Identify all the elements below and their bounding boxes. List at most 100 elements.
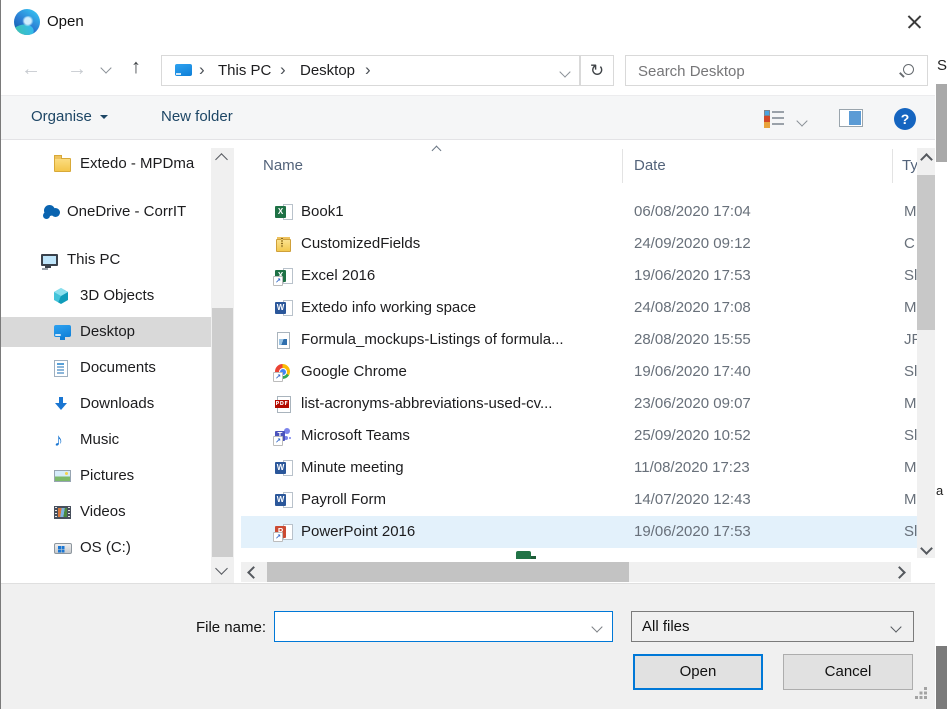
column-header-name[interactable]: Name xyxy=(263,157,303,174)
file-row-7[interactable]: list-acronyms-abbreviations-used-cv... 2… xyxy=(241,388,917,420)
up-button[interactable]: ↑ xyxy=(131,57,141,77)
recent-locations-chevron-icon[interactable] xyxy=(100,62,111,73)
os-drive-icon xyxy=(54,543,72,554)
organise-menu-button[interactable]: Organise xyxy=(31,108,108,125)
file-name: Microsoft Teams xyxy=(301,427,410,444)
sidebar-item-desktop[interactable]: Desktop xyxy=(1,317,211,347)
background-dark-block xyxy=(936,646,947,709)
background-window-strip: S a xyxy=(935,0,947,709)
partially-visible-file-icon xyxy=(514,549,536,559)
sidebar-item-onedrive-corrit[interactable]: OneDrive - CorrIT xyxy=(1,197,211,227)
dialog-title: Open xyxy=(47,13,84,30)
resize-grip[interactable] xyxy=(915,687,929,701)
forward-button[interactable]: → xyxy=(67,59,87,79)
sort-ascending-icon xyxy=(432,146,442,156)
file-date: 14/07/2020 12:43 xyxy=(634,491,751,508)
column-divider[interactable] xyxy=(622,149,623,183)
file-name: Excel 2016 xyxy=(301,267,375,284)
sidebar-item-3d-objects[interactable]: 3D Objects xyxy=(1,281,211,311)
column-header-type[interactable]: Ty xyxy=(902,157,918,174)
file-type-select[interactable]: All files xyxy=(631,611,914,642)
file-name-dropdown-chevron-icon[interactable] xyxy=(591,621,602,632)
file-date: 23/06/2020 09:07 xyxy=(634,395,751,412)
image-file-icon xyxy=(275,332,293,348)
screen: Open ← → ↑ › This PC › Desktop › ↻ Organ… xyxy=(0,0,947,709)
address-bar[interactable]: › This PC › Desktop › xyxy=(161,55,580,86)
onedrive-icon xyxy=(41,204,62,218)
file-name: Formula_mockups-Listings of formula... xyxy=(301,331,564,348)
view-mode-chevron-icon[interactable] xyxy=(796,115,807,126)
background-gray-block xyxy=(936,84,947,162)
file-type: M xyxy=(904,299,918,316)
search-input[interactable] xyxy=(636,59,890,83)
preview-pane-icon[interactable] xyxy=(839,109,863,127)
file-row-10[interactable]: Payroll Form 14/07/2020 12:43 M xyxy=(241,484,917,516)
file-type: M xyxy=(904,459,918,476)
search-box[interactable] xyxy=(625,55,928,86)
shortcut-arrow-icon xyxy=(273,372,283,382)
file-date: 06/08/2020 17:04 xyxy=(634,203,751,220)
help-icon[interactable]: ? xyxy=(894,108,916,130)
open-button[interactable]: Open xyxy=(633,654,763,690)
file-name: PowerPoint 2016 xyxy=(301,523,415,540)
breadcrumb-this-pc[interactable]: This PC xyxy=(218,62,271,79)
music-icon xyxy=(54,432,68,448)
file-date: 11/08/2020 17:23 xyxy=(634,459,750,476)
zip-folder-icon xyxy=(275,236,293,252)
file-name: Google Chrome xyxy=(301,363,407,380)
sidebar-item-pictures[interactable]: Pictures xyxy=(1,461,211,491)
file-row-11[interactable]: PowerPoint 2016 19/06/2020 17:53 Sl xyxy=(241,516,917,548)
file-row-2[interactable]: CustomizedFields 24/09/2020 09:12 C xyxy=(241,228,917,260)
search-icon[interactable] xyxy=(903,64,914,75)
file-row-6[interactable]: Google Chrome 19/06/2020 17:40 Sl xyxy=(241,356,917,388)
sidebar-item-os-c[interactable]: OS (C:) xyxy=(1,533,211,563)
column-divider[interactable] xyxy=(892,149,893,183)
file-row-8[interactable]: Microsoft Teams 25/09/2020 10:52 Sl xyxy=(241,420,917,452)
documents-icon xyxy=(54,360,68,377)
file-name: CustomizedFields xyxy=(301,235,420,252)
3d-objects-icon xyxy=(54,288,68,304)
sidebar-item-downloads[interactable]: Downloads xyxy=(1,389,211,419)
back-button[interactable]: ← xyxy=(21,59,41,79)
file-date: 24/08/2020 17:08 xyxy=(634,299,751,316)
sidebar-item-documents[interactable]: Documents xyxy=(1,353,211,383)
file-type: Sl xyxy=(904,427,918,444)
folder-icon xyxy=(54,158,71,172)
file-date: 24/09/2020 09:12 xyxy=(634,235,751,252)
view-mode-icon[interactable] xyxy=(763,109,785,128)
file-name: list-acronyms-abbreviations-used-cv... xyxy=(301,395,552,412)
new-folder-button[interactable]: New folder xyxy=(161,108,233,125)
breadcrumb-separator: › xyxy=(365,60,371,80)
file-name-combobox[interactable] xyxy=(274,611,613,642)
chrome-icon xyxy=(275,364,293,380)
pdf-file-icon xyxy=(275,396,293,412)
cancel-button[interactable]: Cancel xyxy=(783,654,913,690)
file-name-input[interactable] xyxy=(283,615,587,640)
background-text-fragment: a xyxy=(936,483,943,498)
breadcrumb-desktop[interactable]: Desktop xyxy=(300,62,355,79)
file-type: M xyxy=(904,203,918,220)
file-row-3[interactable]: Excel 2016 19/06/2020 17:53 Sl xyxy=(241,260,917,292)
file-date: 19/06/2020 17:53 xyxy=(634,267,751,284)
file-row-4[interactable]: Extedo info working space 24/08/2020 17:… xyxy=(241,292,917,324)
powerpoint-app-icon xyxy=(275,524,293,540)
file-row-5[interactable]: Formula_mockups-Listings of formula... 2… xyxy=(241,324,917,356)
refresh-button[interactable]: ↻ xyxy=(580,55,614,86)
sidebar-item-extedo-mpdma[interactable]: Extedo - MPDma xyxy=(1,149,211,179)
file-name: Extedo info working space xyxy=(301,299,476,316)
file-row-1[interactable]: Book1 06/08/2020 17:04 M xyxy=(241,196,917,228)
list-horizontal-scrollbar-thumb[interactable] xyxy=(267,562,629,582)
file-row-9[interactable]: Minute meeting 11/08/2020 17:23 M xyxy=(241,452,917,484)
sidebar-item-this-pc[interactable]: This PC xyxy=(1,245,211,275)
sidebar-item-videos[interactable]: Videos xyxy=(1,497,211,527)
list-vertical-scrollbar-thumb[interactable] xyxy=(917,175,935,330)
file-name: Book1 xyxy=(301,203,344,220)
column-header-date[interactable]: Date xyxy=(634,157,666,174)
dialog-footer xyxy=(1,583,935,709)
sidebar-scrollbar-thumb[interactable] xyxy=(212,308,233,557)
file-date: 28/08/2020 15:55 xyxy=(634,331,751,348)
downloads-icon xyxy=(54,396,68,411)
address-dropdown-chevron-icon[interactable] xyxy=(559,66,570,77)
close-icon[interactable] xyxy=(900,9,928,35)
sidebar-item-music[interactable]: Music xyxy=(1,425,211,455)
